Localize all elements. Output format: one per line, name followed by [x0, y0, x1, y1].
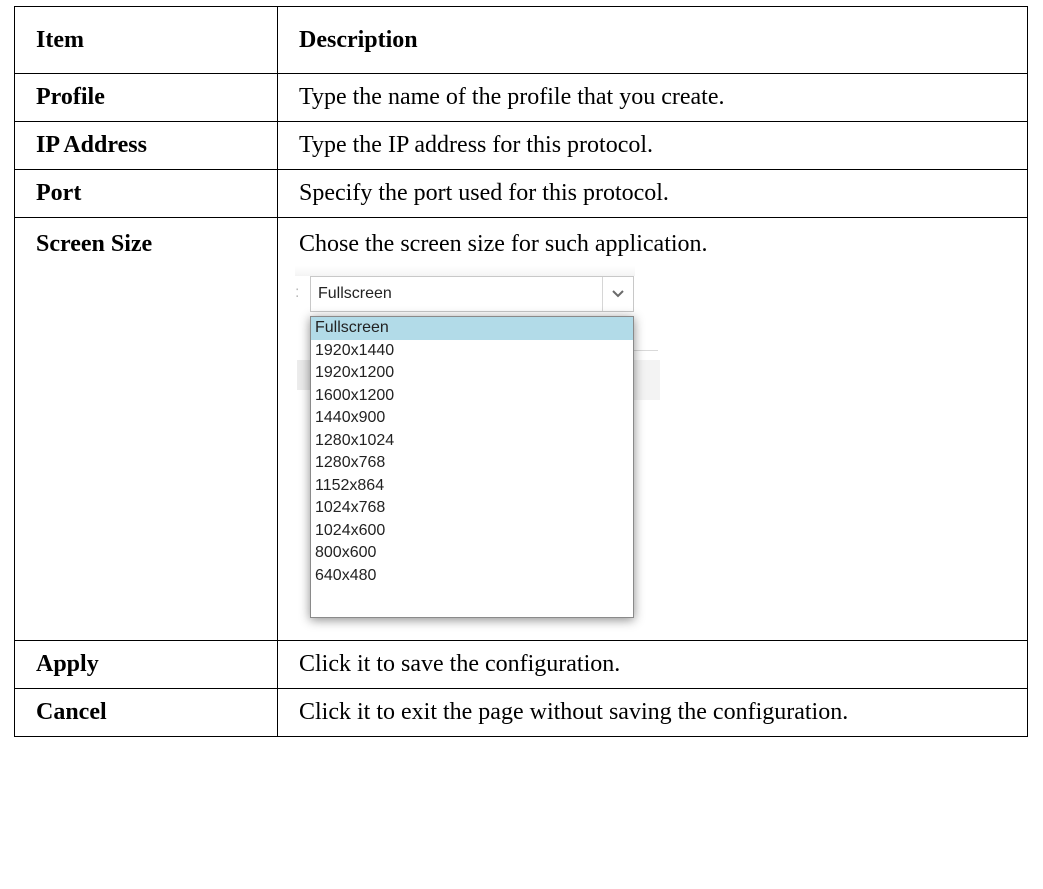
header-description: Description [277, 6, 1028, 74]
screen-size-selected-value: Fullscreen [318, 285, 392, 302]
screen-size-select[interactable]: Fullscreen [310, 276, 634, 312]
parameter-table: Item Description Profile Type the name o… [14, 6, 1028, 737]
row-item-port: Port [14, 169, 278, 218]
table-row: Port Specify the port used for this prot… [14, 169, 1028, 218]
row-description-apply: Click it to save the configuration. [277, 640, 1028, 689]
field-label-colon: : [295, 284, 301, 301]
screenshot-background-left [297, 360, 311, 390]
screenshot-background [295, 266, 635, 276]
screen-size-options-list: Fullscreen 1920x1440 1920x1200 1600x1200… [310, 316, 634, 618]
chevron-down-icon[interactable] [602, 277, 633, 311]
option-1024x600[interactable]: 1024x600 [311, 520, 633, 543]
row-item-ip-address: IP Address [14, 121, 278, 170]
option-1920x1440[interactable]: 1920x1440 [311, 340, 633, 363]
screenshot-divider [634, 350, 658, 351]
option-1920x1200[interactable]: 1920x1200 [311, 362, 633, 385]
table-row: Apply Click it to save the configuration… [14, 640, 1028, 689]
row-item-profile: Profile [14, 73, 278, 122]
option-fullscreen[interactable]: Fullscreen [311, 317, 633, 340]
option-1600x1200[interactable]: 1600x1200 [311, 385, 633, 408]
table-row: IP Address Type the IP address for this … [14, 121, 1028, 170]
table-row: Cancel Click it to exit the page without… [14, 688, 1028, 737]
table-row: Profile Type the name of the profile tha… [14, 73, 1028, 122]
option-1024x768[interactable]: 1024x768 [311, 497, 633, 520]
option-1280x768[interactable]: 1280x768 [311, 452, 633, 475]
option-1440x900[interactable]: 1440x900 [311, 407, 633, 430]
screen-size-description-text: Chose the screen size for such applicati… [299, 231, 708, 257]
screen-size-dropdown-screenshot: : Fullscreen Fullscreen 1920x1440 1920x1… [295, 266, 660, 640]
row-item-screen-size: Screen Size [14, 217, 278, 641]
row-description-cancel: Click it to exit the page without saving… [277, 688, 1028, 737]
table-row: Screen Size Chose the screen size for su… [14, 217, 1028, 641]
row-item-cancel: Cancel [14, 688, 278, 737]
table-header-row: Item Description [14, 6, 1028, 74]
row-description-port: Specify the port used for this protocol. [277, 169, 1028, 218]
option-1280x1024[interactable]: 1280x1024 [311, 430, 633, 453]
option-1152x864[interactable]: 1152x864 [311, 475, 633, 498]
screenshot-background-right [634, 360, 660, 400]
option-800x600[interactable]: 800x600 [311, 542, 633, 565]
row-item-apply: Apply [14, 640, 278, 689]
row-description-profile: Type the name of the profile that you cr… [277, 73, 1028, 122]
option-640x480[interactable]: 640x480 [311, 565, 633, 588]
header-item: Item [14, 6, 278, 74]
row-description-ip-address: Type the IP address for this protocol. [277, 121, 1028, 170]
row-description-screen-size: Chose the screen size for such applicati… [277, 217, 1028, 641]
